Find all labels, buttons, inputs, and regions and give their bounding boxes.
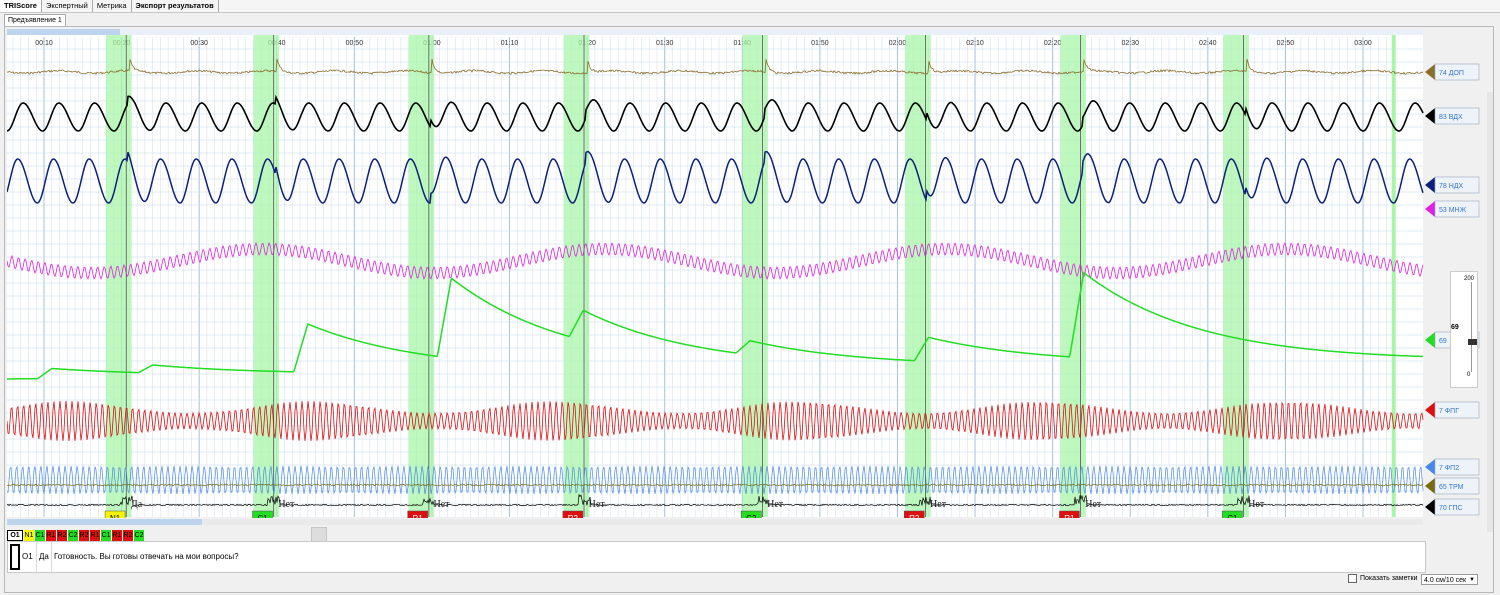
time-label: 00:30 <box>190 40 208 47</box>
channel-pointer <box>1425 332 1435 348</box>
channel-pointer <box>1425 108 1435 124</box>
marker-chip[interactable]: R2 <box>79 529 89 541</box>
time-progress <box>7 29 120 35</box>
scrollbar-thumb[interactable] <box>7 519 202 525</box>
marker-chip[interactable]: R1 <box>46 529 56 541</box>
marker-chip[interactable]: C1 <box>101 529 111 541</box>
show-notes-checkbox[interactable] <box>1348 574 1357 583</box>
gain-slider-thumb[interactable] <box>1468 339 1477 345</box>
main-tab-bar: TRIScore Экспертный Метрика Экспорт резу… <box>0 0 1500 13</box>
question-code: O1 <box>22 552 33 561</box>
question-badge-label: N1 <box>110 514 121 518</box>
answer-label: Нет <box>433 499 450 510</box>
channel-pointer <box>1425 201 1435 217</box>
channel-label: 83 ВДХ <box>1439 114 1463 121</box>
answer-label: Нет <box>930 499 947 510</box>
channel-pointer <box>1425 459 1435 475</box>
question-badge-label: R1 <box>1064 514 1075 518</box>
question-badge-label: R1 <box>413 514 424 518</box>
time-bar <box>7 29 1423 35</box>
question-badge-label: C2 <box>746 514 757 518</box>
stimulus-window <box>905 35 931 517</box>
channel-pointer <box>1425 402 1435 418</box>
question-badge-label: C1 <box>1227 514 1238 518</box>
marker-chip[interactable]: O1 <box>7 529 23 541</box>
channel-label: 7 ФПГ <box>1439 408 1459 415</box>
time-label: 02:20 <box>1044 40 1062 47</box>
column-divider <box>51 542 52 572</box>
stimulus-window <box>1060 35 1087 517</box>
show-notes-control[interactable]: Показать заметки <box>1348 574 1417 583</box>
marker-chip[interactable]: N1 <box>24 529 34 541</box>
answer-label: Нет <box>1085 499 1102 510</box>
channel-label: 74 ДОП <box>1439 70 1464 77</box>
tab-export[interactable]: Экспорт результатов <box>132 0 219 12</box>
answer-label: Да <box>131 499 143 510</box>
answer-label: Нет <box>767 499 784 510</box>
plot-background <box>7 29 1423 517</box>
time-label: 01:50 <box>811 40 829 47</box>
selected-question-indicator[interactable] <box>10 544 20 570</box>
channel-label: 53 МНЖ <box>1439 207 1467 214</box>
question-badge-label: R2 <box>568 514 579 518</box>
polygraph-chart[interactable]: 00:1000:2000:3000:4000:5001:0001:1001:20… <box>7 29 1492 518</box>
time-label: 03:00 <box>1354 40 1372 47</box>
marker-chip[interactable]: C2 <box>68 529 78 541</box>
question-answer: Да <box>39 552 49 561</box>
question-panel: O1 Да Готовность. Вы готовы отвечать на … <box>7 541 1426 573</box>
time-label: 02:30 <box>1121 40 1139 47</box>
gain-slider-track[interactable] <box>1471 282 1472 372</box>
time-label: 02:10 <box>966 40 984 47</box>
show-notes-label: Показать заметки <box>1360 575 1418 582</box>
chevron-down-icon: ▼ <box>1469 577 1475 583</box>
time-label: 02:00 <box>889 40 907 47</box>
stimulus-window <box>1223 35 1249 517</box>
channel-pointer <box>1425 64 1435 80</box>
channel-label: 78 НДХ <box>1439 183 1464 190</box>
stimulus-window <box>253 35 280 517</box>
scroll-button[interactable] <box>311 527 327 542</box>
vertical-scrollbar[interactable] <box>1487 92 1493 532</box>
channel-pointer <box>1425 478 1435 494</box>
stimulus-window <box>563 35 590 517</box>
tab-presentation-1[interactable]: Предъявление 1 <box>4 14 66 26</box>
time-label: 02:50 <box>1277 40 1295 47</box>
channel-label: 70 ГПС <box>1439 505 1463 512</box>
channel-label: 7 ФП2 <box>1439 465 1459 472</box>
tab-expert[interactable]: Экспертный <box>42 0 93 12</box>
channel-label: 69 <box>1439 338 1447 345</box>
tab-triscore[interactable]: TRIScore <box>0 0 42 12</box>
time-label: 01:10 <box>501 40 519 47</box>
question-badge-label: R2 <box>909 514 920 518</box>
scale-value: 4.0 см/10 сек <box>1424 577 1467 584</box>
time-label: 00:10 <box>35 40 53 47</box>
time-label: 00:50 <box>346 40 364 47</box>
marker-chip[interactable]: C1 <box>35 529 45 541</box>
horizontal-scrollbar[interactable] <box>7 519 1423 525</box>
question-badge-label: C1 <box>257 514 268 518</box>
column-divider <box>36 542 37 572</box>
marker-chip[interactable]: C2 <box>134 529 144 541</box>
scale-select[interactable]: 4.0 см/10 сек ▼ <box>1421 574 1478 585</box>
presentation-tab-bar: Предъявление 1 <box>4 14 66 26</box>
marker-chip[interactable]: R1 <box>90 529 100 541</box>
gain-max-label: 200 <box>1464 276 1475 282</box>
answer-label: Нет <box>278 499 295 510</box>
marker-chip[interactable]: R2 <box>123 529 133 541</box>
tab-metric[interactable]: Метрика <box>93 0 132 12</box>
marker-chip[interactable]: R2 <box>57 529 67 541</box>
channel-pointer <box>1425 499 1435 515</box>
marker-chip[interactable]: R1 <box>112 529 122 541</box>
channel-label: 65 ТРМ <box>1439 484 1464 491</box>
answer-label: Нет <box>589 499 606 510</box>
question-text: Готовность. Вы готовы отвечать на мои во… <box>54 552 239 561</box>
gain-min-label: 0 <box>1467 372 1471 378</box>
channel-pointer <box>1425 177 1435 193</box>
answer-label: Нет <box>1248 499 1265 510</box>
stimulus-window <box>1391 35 1396 517</box>
gain-value: 69 <box>1451 324 1459 331</box>
time-label: 02:40 <box>1199 40 1217 47</box>
time-label: 01:30 <box>656 40 674 47</box>
